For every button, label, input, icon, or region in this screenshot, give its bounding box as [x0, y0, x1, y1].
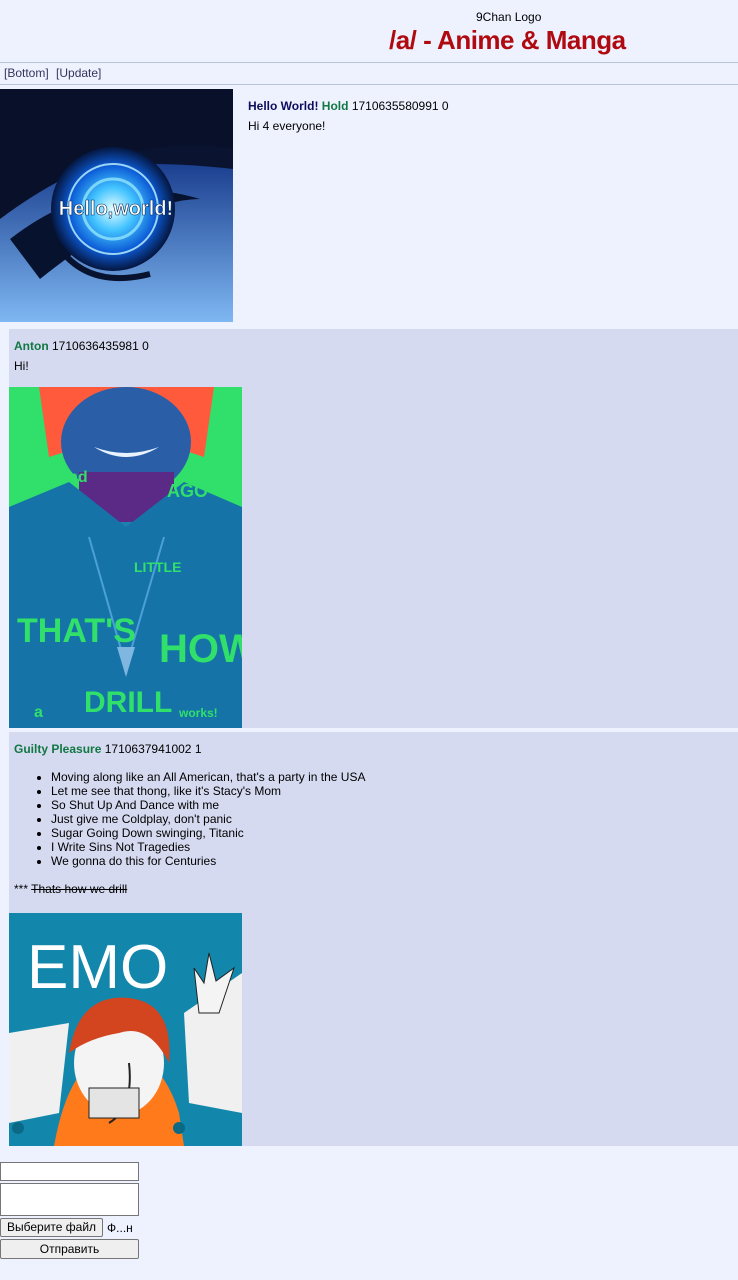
- reply-info: Anton 1710636435981 0 Hi!: [14, 339, 149, 373]
- op-post: Hello,world! Hello World! Hold 171063558…: [0, 89, 738, 325]
- op-image-caption: Hello,world!: [59, 198, 173, 220]
- svg-text:DRILL: DRILL: [84, 686, 172, 719]
- svg-text:LITTLE: LITTLE: [134, 559, 181, 575]
- submit-button[interactable]: Отправить: [0, 1239, 139, 1259]
- svg-text:AGO: AGO: [167, 481, 208, 501]
- file-row: Выберите файл Ф...н: [0, 1218, 140, 1237]
- bottom-link[interactable]: [Bottom]: [4, 66, 49, 80]
- name-input[interactable]: [0, 1162, 139, 1181]
- post-list: Moving along like an All American, that'…: [23, 770, 365, 868]
- file-name-label: Ф...н: [107, 1220, 133, 1235]
- reply-count: 1: [194, 742, 202, 756]
- list-item: Sugar Going Down swinging, Titanic: [51, 826, 365, 840]
- list-item: We gonna do this for Centuries: [51, 854, 365, 868]
- list-item: Moving along like an All American, that'…: [51, 770, 365, 784]
- post-message: Hi!: [14, 359, 29, 373]
- list-item: I Write Sins Not Tragedies: [51, 840, 365, 854]
- svg-text:HOW: HOW: [159, 627, 242, 671]
- post-author: Anton: [14, 339, 49, 353]
- message-textarea[interactable]: [0, 1183, 139, 1216]
- svg-text:works!: works!: [178, 706, 218, 720]
- board-title: /a/ - Anime & Manga: [389, 25, 626, 55]
- list-item: So Shut Up And Dance with me: [51, 798, 365, 812]
- svg-text:THAT'S: THAT'S: [17, 612, 136, 650]
- post-author: Hold: [321, 99, 349, 113]
- post-footer-line: *** Thats how we drill: [14, 882, 127, 896]
- strikethrough-text: Thats how we drill: [31, 882, 128, 896]
- choose-file-button[interactable]: Выберите файл: [0, 1218, 104, 1237]
- op-image[interactable]: Hello,world!: [0, 89, 233, 322]
- header: 9Chan Logo /a/ - Anime & Manga: [0, 0, 738, 62]
- reply-image[interactable]: THAT'S HOW DRILL a works! Beyond AGO LIT…: [9, 387, 242, 728]
- reply-post: Guilty Pleasure 1710637941002 1 Moving a…: [9, 732, 738, 1146]
- post-id[interactable]: 1710636435981: [52, 339, 139, 353]
- post-message: Hi 4 everyone!: [248, 119, 326, 133]
- post-subject: Hello World!: [248, 99, 319, 113]
- list-item: Just give me Coldplay, don't panic: [51, 812, 365, 826]
- reply-image[interactable]: EMO: [9, 913, 242, 1146]
- list-item: Let me see that thong, like it's Stacy's…: [51, 784, 365, 798]
- reply-post: Anton 1710636435981 0 Hi! THAT'S HOW DRI…: [9, 329, 738, 728]
- reply-count: 0: [441, 99, 449, 113]
- divider: [0, 84, 738, 85]
- svg-text:Beyond: Beyond: [29, 469, 88, 486]
- op-info: Hello World! Hold 1710635580991 0 Hi 4 e…: [248, 99, 449, 133]
- emo-image-caption: EMO: [27, 933, 168, 1002]
- post-id[interactable]: 1710637941002: [105, 742, 192, 756]
- post-author: Guilty Pleasure: [14, 742, 102, 756]
- reply-count: 0: [142, 339, 149, 353]
- site-logo[interactable]: 9Chan Logo: [476, 10, 541, 24]
- footer-prefix: ***: [14, 882, 29, 896]
- svg-text:a: a: [34, 704, 43, 721]
- reply-info: Guilty Pleasure 1710637941002 1: [14, 742, 202, 756]
- update-link[interactable]: [Update]: [56, 66, 101, 80]
- thread-nav: [Bottom] [Update]: [0, 63, 738, 84]
- post-id[interactable]: 1710635580991: [352, 99, 439, 113]
- post-form: Выберите файл Ф...н Отправить: [0, 1162, 140, 1259]
